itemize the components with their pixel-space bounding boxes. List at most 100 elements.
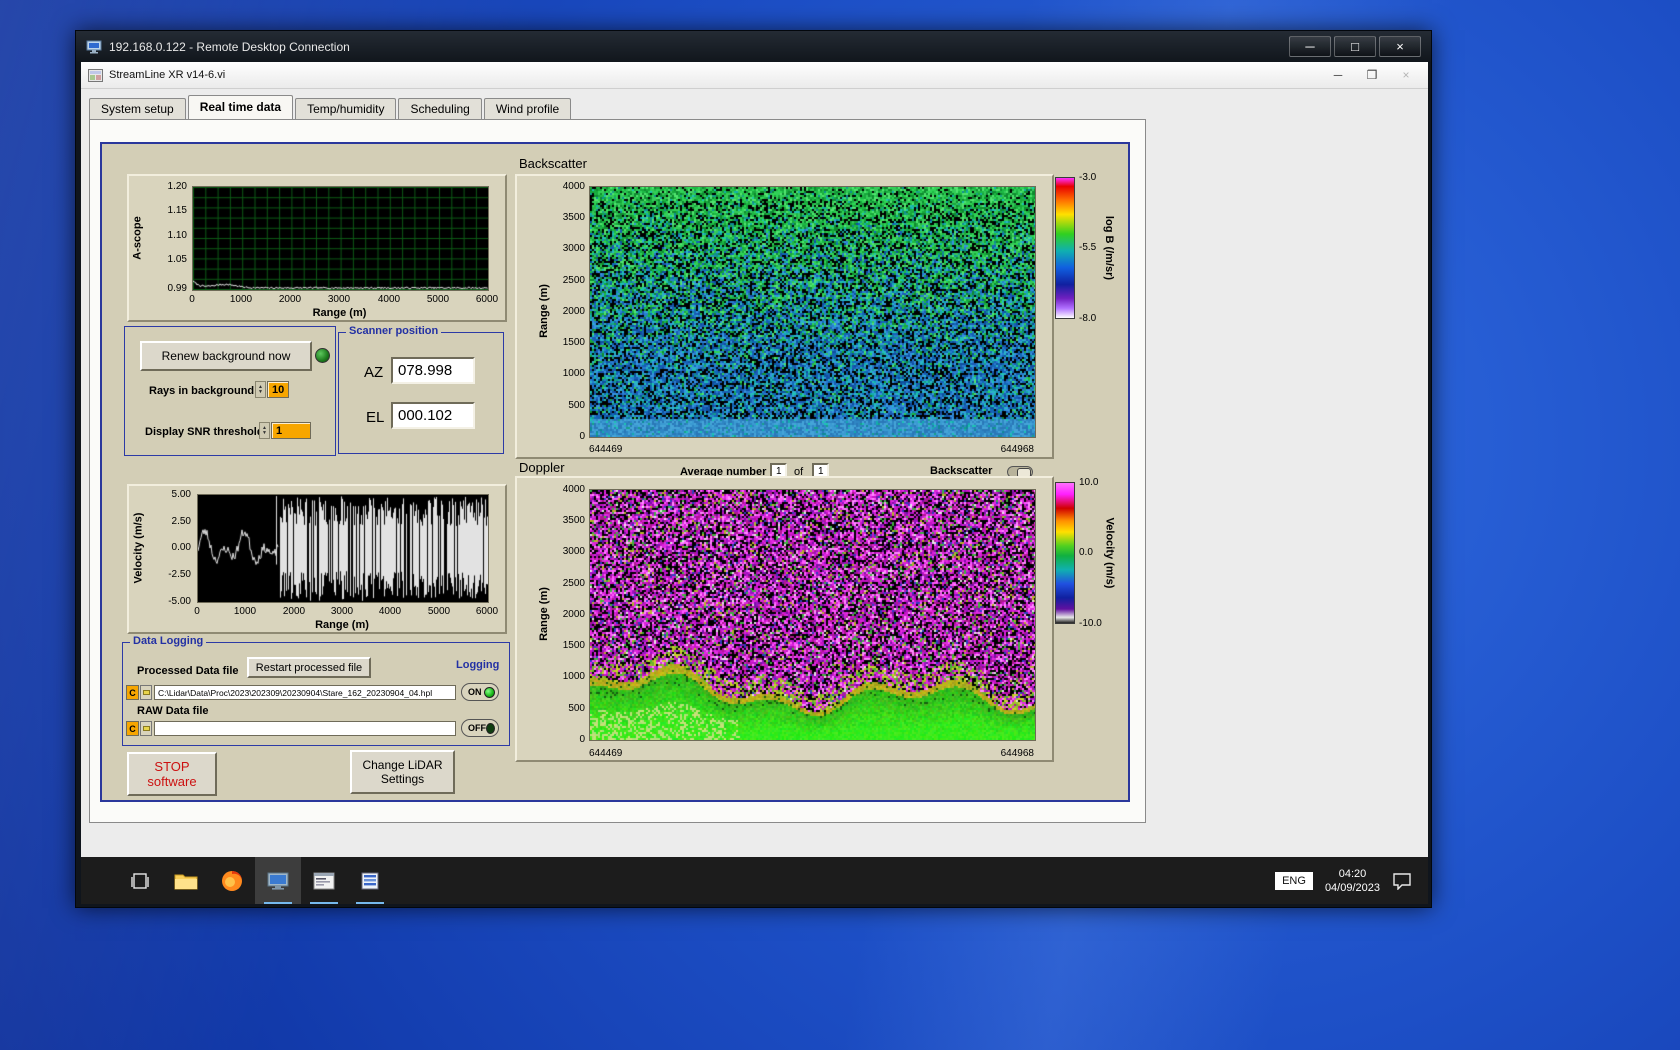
processed-data-file-label: Processed Data file (137, 665, 239, 677)
dp-xtick-right: 644968 (1000, 748, 1034, 759)
rdp-maximize-button[interactable]: □ (1334, 36, 1376, 57)
rays-value-field[interactable]: 10 (267, 381, 289, 398)
rays-spinner[interactable]: ▲ ▼ (255, 381, 266, 398)
bs-xtick-left: 644469 (589, 444, 623, 455)
stop-software-button[interactable]: STOP software (127, 752, 217, 796)
streamline-window[interactable]: StreamLine XR v14-6.vi ─ ❒ × System setu… (81, 62, 1428, 857)
logging-label: Logging (456, 659, 500, 671)
bs-ytick: 3500 (562, 212, 585, 223)
bs-xtick-right: 644968 (1000, 444, 1034, 455)
dp-cb-tick: 10.0 (1079, 477, 1099, 488)
ascope-plot (192, 186, 489, 291)
backscatter-frame: Range (m) 4000 3500 3000 2500 2000 1500 … (515, 174, 1054, 459)
scan-scheduler-button[interactable] (301, 857, 347, 904)
ascope-xtick: 2000 (278, 294, 302, 305)
processed-drive-box[interactable]: C (126, 685, 139, 700)
file-explorer-button[interactable] (163, 857, 209, 904)
snr-spinner[interactable]: ▲ ▼ (259, 422, 270, 439)
language-indicator[interactable]: ENG (1275, 871, 1313, 890)
bs-cb-tick: -5.5 (1079, 242, 1097, 253)
scan-scheduler-icon (313, 872, 335, 889)
firefox-icon (222, 870, 242, 891)
dp-ytick: 4000 (562, 484, 585, 495)
rdp-minimize-button[interactable]: ─ (1289, 36, 1331, 57)
bs-ytick: 2500 (562, 275, 585, 286)
data-logging-title: Data Logging (130, 635, 207, 647)
vel-xtick: 6000 (475, 606, 499, 617)
ascope-xtick: 4000 (377, 294, 401, 305)
dp-ytick: 500 (568, 703, 585, 714)
rdp-window[interactable]: 192.168.0.122 - Remote Desktop Connectio… (75, 30, 1432, 908)
off-lamp-icon (486, 722, 495, 734)
app-restore-button[interactable]: ❒ (1357, 66, 1387, 85)
rdp-titlebar[interactable]: 192.168.0.122 - Remote Desktop Connectio… (76, 31, 1431, 62)
dp-ytick: 3000 (562, 546, 585, 557)
backscatter-y-axis-label: Range (m) (538, 284, 550, 338)
bs-ytick: 500 (568, 400, 585, 411)
document-app-icon (361, 872, 379, 889)
document-app-button[interactable] (347, 857, 393, 904)
rdp-app-icon (267, 872, 289, 890)
backscatter-colorbar (1055, 177, 1075, 319)
bs-cb-tick: -8.0 (1079, 313, 1097, 324)
ascope-ytick: 1.20 (167, 181, 187, 192)
bs-cb-tick: -3.0 (1079, 172, 1097, 183)
raw-path-field[interactable] (154, 721, 456, 736)
desktop-background: 192.168.0.122 - Remote Desktop Connectio… (0, 0, 1680, 1050)
tab-scheduling[interactable]: Scheduling (398, 98, 482, 119)
snr-value-field[interactable]: 1 (271, 422, 311, 439)
tab-temp-humidity[interactable]: Temp/humidity (295, 98, 397, 119)
remote-screen: StreamLine XR v14-6.vi ─ ❒ × System setu… (81, 62, 1428, 904)
processed-browse-icon[interactable] (140, 685, 152, 700)
firefox-button[interactable] (209, 857, 255, 904)
dp-cb-tick: -10.0 (1079, 618, 1102, 629)
ascope-xtick: 3000 (327, 294, 351, 305)
bs-ytick: 0 (579, 431, 585, 442)
bs-ytick: 2000 (562, 306, 585, 317)
ascope-x-axis-label: Range (m) (312, 307, 367, 319)
tab-real-time-data[interactable]: Real time data (187, 95, 294, 119)
processed-logging-toggle[interactable]: ON (461, 683, 499, 701)
main-panel: A-scope 1.20 1.15 1.10 1.05 0.99 0 1000 … (100, 142, 1130, 802)
file-explorer-icon (174, 874, 198, 889)
notification-center-icon[interactable] (1392, 872, 1412, 890)
velocity-frame: Velocity (m/s) 5.00 2.50 0.00 -2.50 -5.0… (127, 484, 507, 634)
task-view-button[interactable] (117, 857, 163, 904)
app-close-button[interactable]: × (1391, 66, 1421, 85)
doppler-title: Doppler (519, 460, 565, 475)
rdp-taskbar-button[interactable] (255, 857, 301, 904)
app-titlebar[interactable]: StreamLine XR v14-6.vi ─ ❒ × (81, 62, 1428, 89)
doppler-heatmap (589, 489, 1036, 741)
vel-ytick: 5.00 (171, 489, 191, 500)
restart-processed-file-button[interactable]: Restart processed file (247, 657, 371, 678)
rdp-title: 192.168.0.122 - Remote Desktop Connectio… (109, 39, 350, 54)
tab-wind-profile[interactable]: Wind profile (483, 98, 572, 119)
change-lidar-settings-button[interactable]: Change LiDAR Settings (350, 750, 455, 794)
renew-background-button[interactable]: Renew background now (140, 341, 312, 371)
raw-logging-toggle[interactable]: OFF (461, 719, 499, 737)
processed-path-field[interactable]: C:\Lidar\Data\Proc\2023\202309\20230904\… (154, 685, 456, 700)
vel-ytick: 0.00 (171, 542, 191, 553)
vel-xtick: 1000 (233, 606, 257, 617)
change-line2: Settings (380, 772, 425, 786)
velocity-y-axis-label: Velocity (m/s) (132, 512, 145, 583)
dp-ytick: 2000 (562, 609, 585, 620)
task-view-icon (131, 872, 149, 889)
renew-status-led (315, 348, 330, 363)
rdp-close-button[interactable]: × (1379, 36, 1421, 57)
dp-ytick: 3500 (562, 515, 585, 526)
app-vi-icon (88, 68, 103, 82)
ascope-xtick: 1000 (229, 294, 253, 305)
raw-browse-icon[interactable] (140, 721, 152, 736)
taskbar-clock[interactable]: 04:20 04/09/2023 (1325, 867, 1380, 895)
el-value-field[interactable]: 000.102 (391, 402, 475, 429)
raw-drive-box[interactable]: C (126, 721, 139, 736)
snr-threshold-label: Display SNR threshold (145, 426, 264, 438)
velocity-plot (197, 494, 489, 603)
tab-system-setup[interactable]: System setup (89, 98, 186, 119)
change-line1: Change LiDAR (362, 758, 443, 772)
backscatter-title: Backscatter (519, 156, 587, 171)
app-minimize-button[interactable]: ─ (1323, 66, 1353, 85)
az-value-field[interactable]: 078.998 (391, 357, 475, 384)
real-time-data-page: A-scope 1.20 1.15 1.10 1.05 0.99 0 1000 … (89, 119, 1146, 823)
